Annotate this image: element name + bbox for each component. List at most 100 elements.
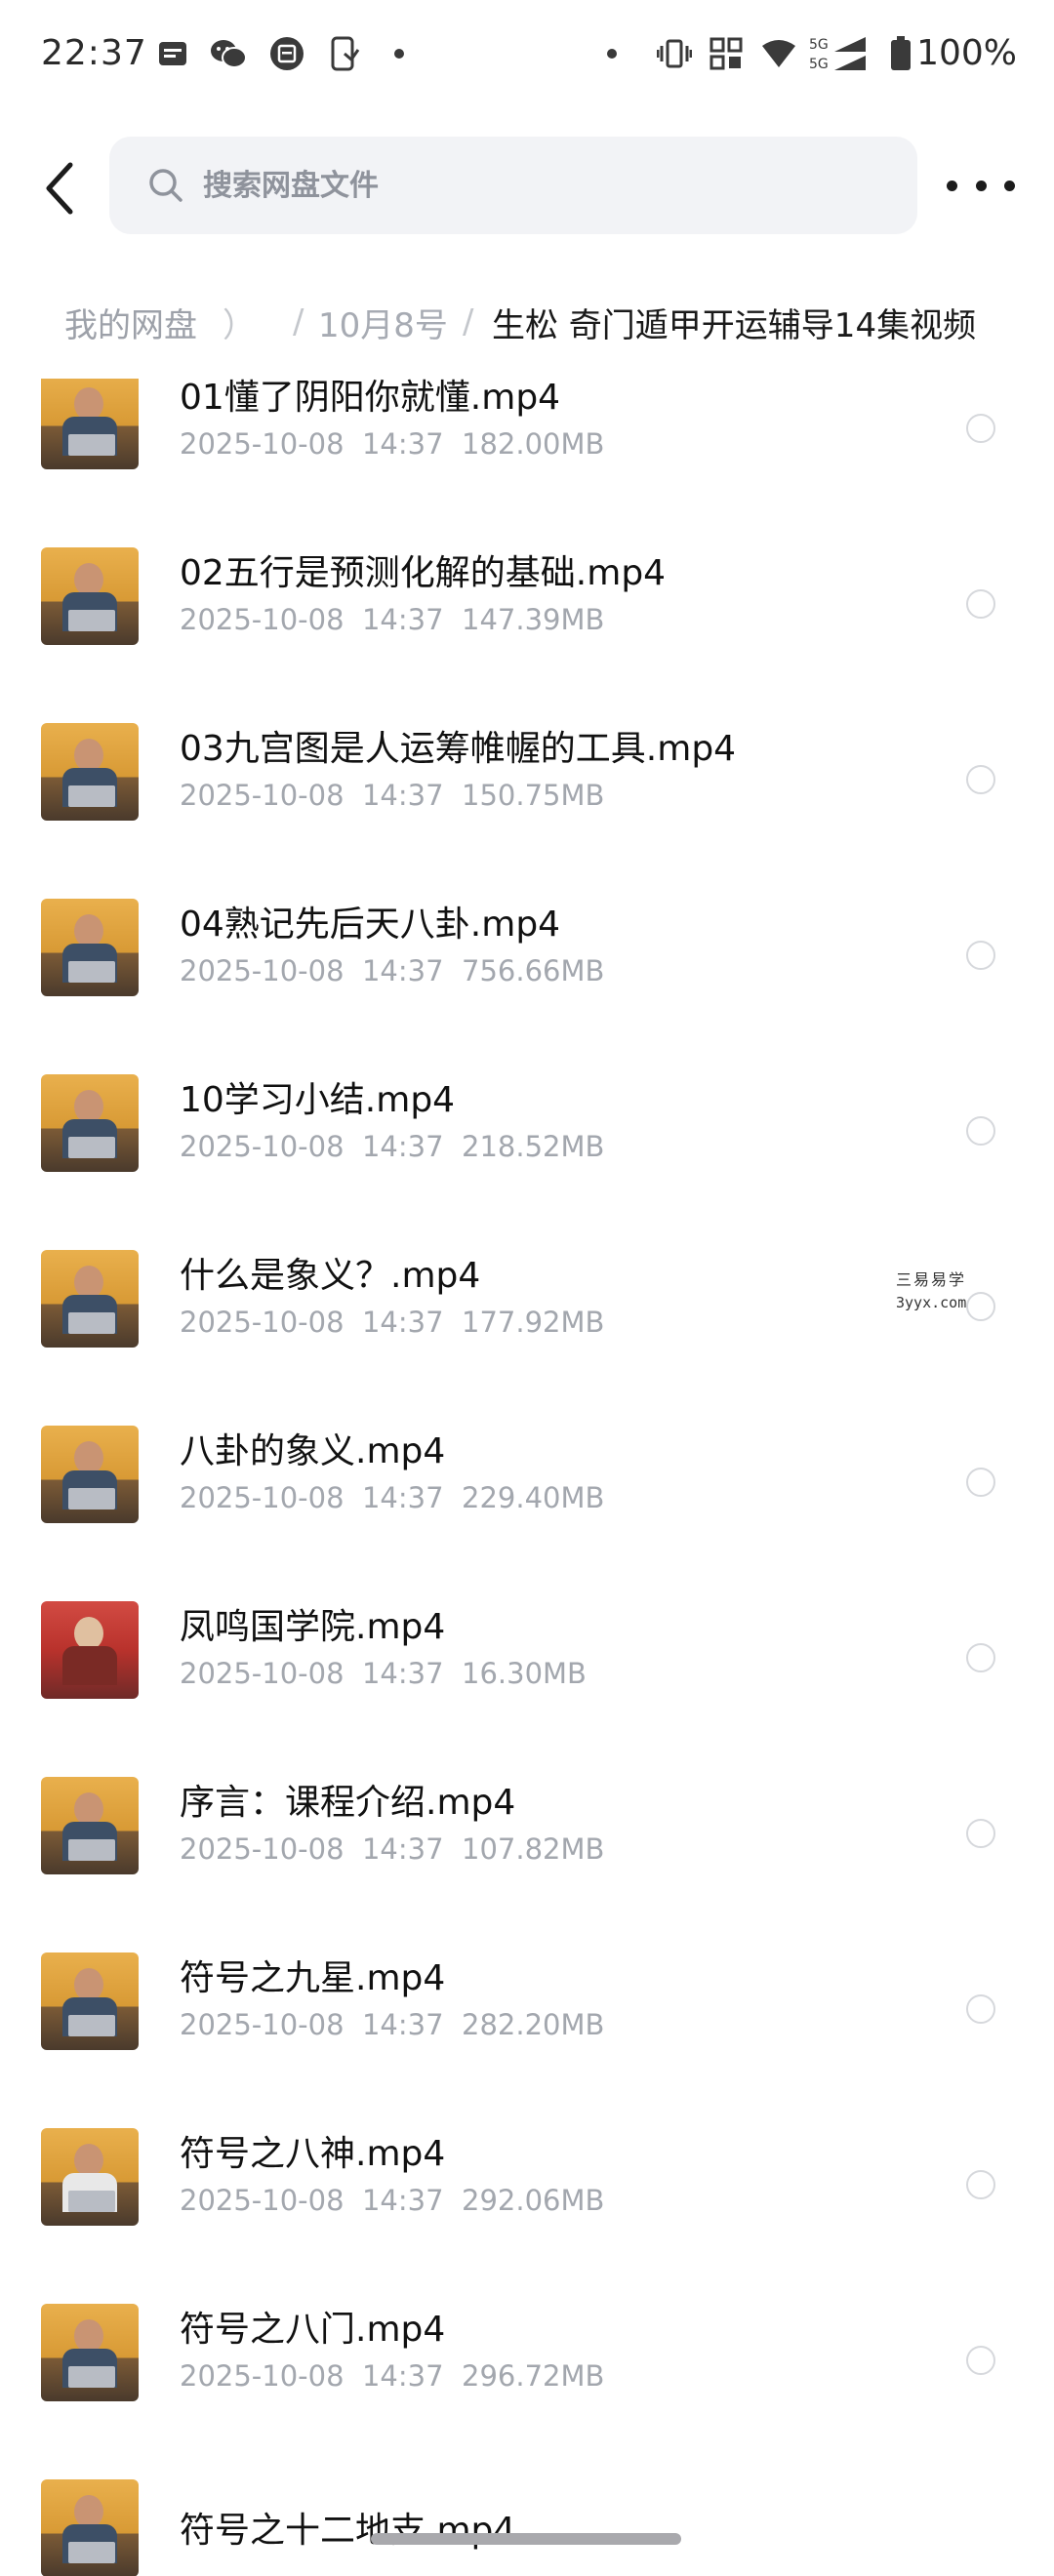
- file-meta: 2025-10-08 14:37 147.39MB: [180, 603, 604, 636]
- file-date: 2025-10-08: [180, 2184, 345, 2217]
- list-item[interactable]: 八卦的象义.mp4 2025-10-08 14:37 229.40MB: [0, 1421, 1054, 1596]
- status-time: 22:37: [41, 33, 147, 73]
- file-name: 八卦的象义.mp4: [180, 1431, 446, 1471]
- search-input[interactable]: [203, 168, 789, 203]
- breadcrumb-separator: /: [463, 302, 474, 342]
- file-name: 符号之九星.mp4: [180, 1958, 446, 1998]
- nfc-icon: [709, 37, 744, 70]
- file-size: 229.40MB: [462, 1481, 605, 1514]
- vibrate-icon: [656, 37, 693, 70]
- watermark: 三易易学 3yyx.com: [896, 1267, 966, 1311]
- list-item[interactable]: 凤鸣国学院.mp4 2025-10-08 14:37 16.30MB: [0, 1596, 1054, 1772]
- file-name: 10学习小结.mp4: [180, 1080, 456, 1120]
- more-options-button[interactable]: [947, 166, 1015, 205]
- signal-5g-icon: 5G 5G: [808, 37, 869, 72]
- file-name: 序言：课程介绍.mp4: [180, 1783, 516, 1823]
- file-time: 14:37: [361, 2008, 444, 2041]
- watermark-line1: 三易易学: [896, 1270, 967, 1289]
- select-radio[interactable]: [966, 589, 995, 619]
- list-item[interactable]: 符号之十二地支.mp4: [0, 2475, 1054, 2576]
- app-screen: 22:37 5G 5G 100% 搜索网盘文件 我的网盘 ） / 10月8号 /…: [0, 0, 1054, 2576]
- file-size: 16.30MB: [462, 1657, 587, 1690]
- breadcrumb-hidden-fragment: ）: [223, 305, 256, 345]
- select-radio[interactable]: [966, 941, 995, 970]
- file-meta: 2025-10-08 14:37 107.82MB: [180, 1832, 604, 1866]
- video-thumbnail: [41, 1074, 139, 1172]
- more-icon: [947, 180, 957, 191]
- select-radio[interactable]: [966, 1643, 995, 1672]
- svg-text:5G: 5G: [809, 57, 829, 72]
- list-item[interactable]: 04熟记先后天八卦.mp4 2025-10-08 14:37 756.66MB: [0, 894, 1054, 1069]
- file-time: 14:37: [361, 1130, 444, 1163]
- file-meta: 2025-10-08 14:37 150.75MB: [180, 779, 604, 812]
- video-thumbnail: [41, 2479, 139, 2576]
- select-radio[interactable]: [966, 1292, 995, 1321]
- select-radio[interactable]: [966, 1116, 995, 1146]
- watermark-line2: 3yyx.com: [896, 1294, 967, 1311]
- video-thumbnail: [41, 2304, 139, 2401]
- status-bar: 22:37 5G 5G 100%: [0, 0, 1054, 109]
- file-name: 01懂了阴阳你就懂.mp4: [180, 379, 561, 418]
- list-item[interactable]: 符号之八神.mp4 2025-10-08 14:37 292.06MB: [0, 2123, 1054, 2299]
- home-indicator[interactable]: [371, 2533, 681, 2545]
- search-icon: [149, 169, 182, 202]
- breadcrumb-separator: /: [293, 302, 304, 342]
- file-meta: 2025-10-08 14:37 292.06MB: [180, 2184, 604, 2217]
- file-size: 107.82MB: [462, 1832, 605, 1866]
- list-item[interactable]: 03九宫图是人运筹帷幄的工具.mp4 2025-10-08 14:37 150.…: [0, 718, 1054, 894]
- select-radio[interactable]: [966, 765, 995, 794]
- file-date: 2025-10-08: [180, 2359, 345, 2393]
- file-name: 04熟记先后天八卦.mp4: [180, 905, 561, 945]
- list-item[interactable]: 符号之九星.mp4 2025-10-08 14:37 282.20MB: [0, 1948, 1054, 2123]
- file-time: 14:37: [361, 2359, 444, 2393]
- file-size: 292.06MB: [462, 2184, 605, 2217]
- wechat-icon: [209, 37, 248, 70]
- breadcrumb-current: 生松 奇门遁甲开运辅导14集视频: [492, 305, 977, 345]
- file-size: 177.92MB: [462, 1306, 605, 1339]
- video-thumbnail: [41, 2128, 139, 2226]
- select-radio[interactable]: [966, 1468, 995, 1497]
- list-item[interactable]: 10学习小结.mp4 2025-10-08 14:37 218.52MB: [0, 1069, 1054, 1245]
- file-time: 14:37: [361, 603, 444, 636]
- file-date: 2025-10-08: [180, 1481, 345, 1514]
- select-radio[interactable]: [966, 1819, 995, 1848]
- chevron-left-icon: [46, 162, 73, 215]
- file-meta: 2025-10-08 14:37 16.30MB: [180, 1657, 587, 1690]
- file-meta: 2025-10-08 14:37 177.92MB: [180, 1306, 604, 1339]
- select-radio[interactable]: [966, 2170, 995, 2199]
- file-meta: 2025-10-08 14:37 229.40MB: [180, 1481, 604, 1514]
- select-radio[interactable]: [966, 2346, 995, 2375]
- list-item[interactable]: 序言：课程介绍.mp4 2025-10-08 14:37 107.82MB: [0, 1772, 1054, 1948]
- file-name: 符号之八门.mp4: [180, 2310, 446, 2350]
- file-name: 符号之十二地支.mp4: [180, 2511, 516, 2551]
- more-icon-dot: [1004, 180, 1015, 191]
- dot-icon: [392, 37, 406, 70]
- breadcrumb-root[interactable]: 我的网盘: [64, 299, 197, 346]
- breadcrumb-folder[interactable]: 10月8号: [318, 299, 448, 346]
- file-size: 182.00MB: [462, 427, 605, 461]
- video-thumbnail: [41, 1250, 139, 1348]
- file-time: 14:37: [361, 954, 444, 987]
- file-size: 218.52MB: [462, 1130, 605, 1163]
- file-size: 296.72MB: [462, 2359, 605, 2393]
- dot-icon: [605, 37, 619, 70]
- file-size: 756.66MB: [462, 954, 605, 987]
- file-name: 凤鸣国学院.mp4: [180, 1607, 446, 1647]
- file-meta: 2025-10-08 14:37 296.72MB: [180, 2359, 604, 2393]
- list-item[interactable]: 01懂了阴阳你就懂.mp4 2025-10-08 14:37 182.00MB: [0, 379, 1054, 543]
- select-radio[interactable]: [966, 1994, 995, 2024]
- video-thumbnail: [41, 723, 139, 821]
- file-date: 2025-10-08: [180, 779, 345, 812]
- file-date: 2025-10-08: [180, 427, 345, 461]
- file-time: 14:37: [361, 1657, 444, 1690]
- list-item[interactable]: 符号之八门.mp4 2025-10-08 14:37 296.72MB: [0, 2299, 1054, 2475]
- select-radio[interactable]: [966, 414, 995, 443]
- phone-link-icon: [328, 36, 363, 71]
- file-date: 2025-10-08: [180, 2008, 345, 2041]
- back-button[interactable]: [35, 154, 84, 222]
- file-time: 14:37: [361, 427, 444, 461]
- list-item[interactable]: 02五行是预测化解的基础.mp4 2025-10-08 14:37 147.39…: [0, 543, 1054, 718]
- search-bar[interactable]: [109, 137, 917, 234]
- file-size: 150.75MB: [462, 779, 605, 812]
- video-thumbnail: [41, 1426, 139, 1523]
